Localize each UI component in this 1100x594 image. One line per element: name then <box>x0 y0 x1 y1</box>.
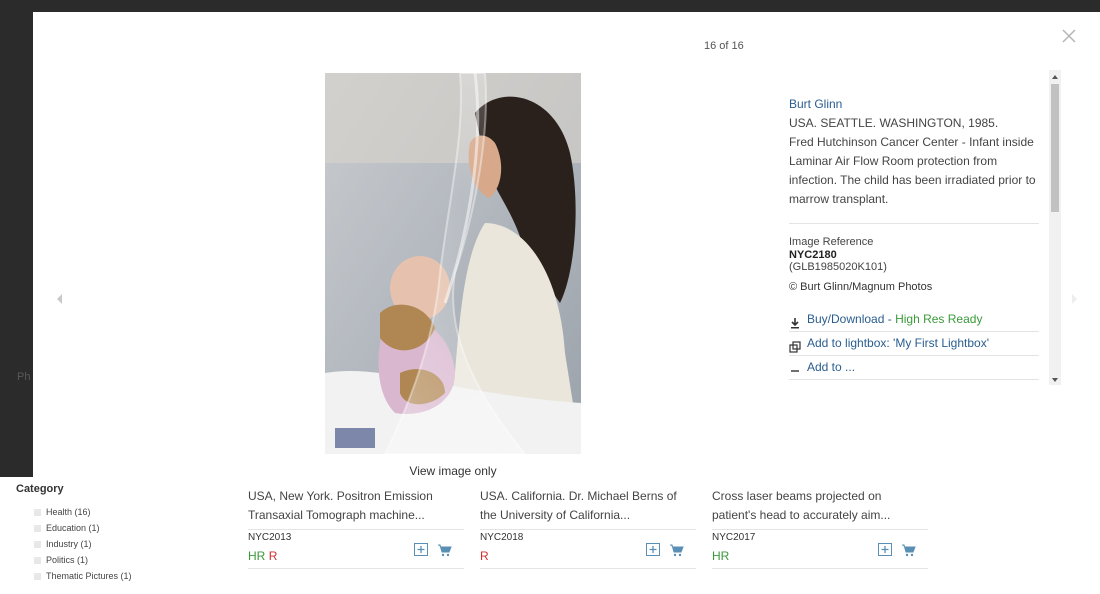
image-lightbox-modal: 16 of 16 View image only Burt Glinn USA.… <box>33 12 1100 478</box>
buy-download-label: Buy/Download <box>807 312 885 326</box>
category-item-thematic[interactable]: Thematic Pictures (1) <box>34 568 132 584</box>
card-code: NYC2017 <box>712 529 928 543</box>
category-label: Health (16) <box>46 507 91 517</box>
category-label: Thematic Pictures (1) <box>46 571 132 581</box>
category-item-politics[interactable]: Politics (1) <box>34 552 132 568</box>
high-res-status: High Res Ready <box>895 312 983 326</box>
image-reference-label: Image Reference <box>789 236 874 248</box>
category-heading: Category <box>16 483 64 495</box>
close-icon[interactable] <box>1061 28 1077 44</box>
info-scrollbar[interactable] <box>1049 70 1061 385</box>
category-label: Industry (1) <box>46 539 92 549</box>
category-item-health[interactable]: Health (16) <box>34 504 132 520</box>
result-card[interactable]: USA, New York. Positron Emission Transax… <box>248 487 464 569</box>
category-item-education[interactable]: Education (1) <box>34 520 132 536</box>
card-title[interactable]: USA, New York. Positron Emission Transax… <box>248 487 464 525</box>
previous-arrow-icon[interactable] <box>55 292 65 304</box>
tag-hr: HR <box>248 549 266 563</box>
photographer-link[interactable]: Burt Glinn <box>789 95 1039 114</box>
image-caption: Fred Hutchinson Cancer Center - Infant i… <box>789 135 1036 206</box>
add-to-lightbox-label: Add to lightbox: 'My First Lightbox' <box>807 336 989 350</box>
third-action[interactable]: Add to ... <box>789 356 1039 380</box>
result-card[interactable]: USA. California. Dr. Michael Berns of th… <box>480 487 696 569</box>
tag-r: R <box>480 549 489 563</box>
category-label: Politics (1) <box>46 555 89 565</box>
image-info-panel: Burt Glinn USA. SEATTLE. WASHINGTON, 198… <box>789 70 1039 385</box>
category-filter-list: Health (16) Education (1) Industry (1) P… <box>34 504 132 584</box>
category-label: Education (1) <box>46 523 100 533</box>
result-card[interactable]: Cross laser beams projected on patient's… <box>712 487 928 569</box>
card-title[interactable]: Cross laser beams projected on patient's… <box>712 487 928 525</box>
add-to-lightbox-icon[interactable] <box>878 543 893 562</box>
checkbox[interactable] <box>34 508 41 516</box>
add-to-lightbox-icon[interactable] <box>646 543 661 562</box>
action-icon <box>789 362 801 374</box>
card-title[interactable]: USA. California. Dr. Michael Berns of th… <box>480 487 696 525</box>
lightbox-icon <box>789 338 801 353</box>
background-text: Ph <box>17 371 31 383</box>
image-counter: 16 of 16 <box>704 40 744 52</box>
cart-icon[interactable] <box>437 543 452 562</box>
category-item-industry[interactable]: Industry (1) <box>34 536 132 552</box>
tag-r: R <box>268 549 278 563</box>
add-to-lightbox-icon[interactable] <box>414 543 429 562</box>
download-icon <box>789 314 801 328</box>
checkbox[interactable] <box>34 540 41 548</box>
card-code: NYC2013 <box>248 529 464 543</box>
image-location: USA. SEATTLE. WASHINGTON, 1985. <box>789 116 999 130</box>
view-image-only-link[interactable]: View image only <box>325 464 581 478</box>
image-reference-alt: (GLB1985020K101) <box>789 261 887 273</box>
checkbox[interactable] <box>34 524 41 532</box>
tag-hr: HR <box>712 549 730 563</box>
cart-icon[interactable] <box>901 543 916 562</box>
checkbox[interactable] <box>34 556 41 564</box>
next-arrow-icon[interactable] <box>1069 292 1079 304</box>
main-photo[interactable] <box>325 73 581 454</box>
third-action-label: Add to ... <box>807 360 856 374</box>
copyright-text: © Burt Glinn/Magnum Photos <box>789 281 933 293</box>
scroll-down-arrow-icon[interactable] <box>1049 373 1061 385</box>
cart-icon[interactable] <box>669 543 684 562</box>
scrollbar-thumb[interactable] <box>1051 84 1059 212</box>
scroll-up-arrow-icon[interactable] <box>1049 70 1061 82</box>
buy-download-action[interactable]: Buy/Download - High Res Ready <box>789 308 1039 332</box>
add-to-lightbox-action[interactable]: Add to lightbox: 'My First Lightbox' <box>789 332 1039 356</box>
checkbox[interactable] <box>34 572 41 580</box>
card-code: NYC2018 <box>480 529 696 543</box>
divider <box>789 223 1039 224</box>
image-reference-code: NYC2180 <box>789 249 837 261</box>
